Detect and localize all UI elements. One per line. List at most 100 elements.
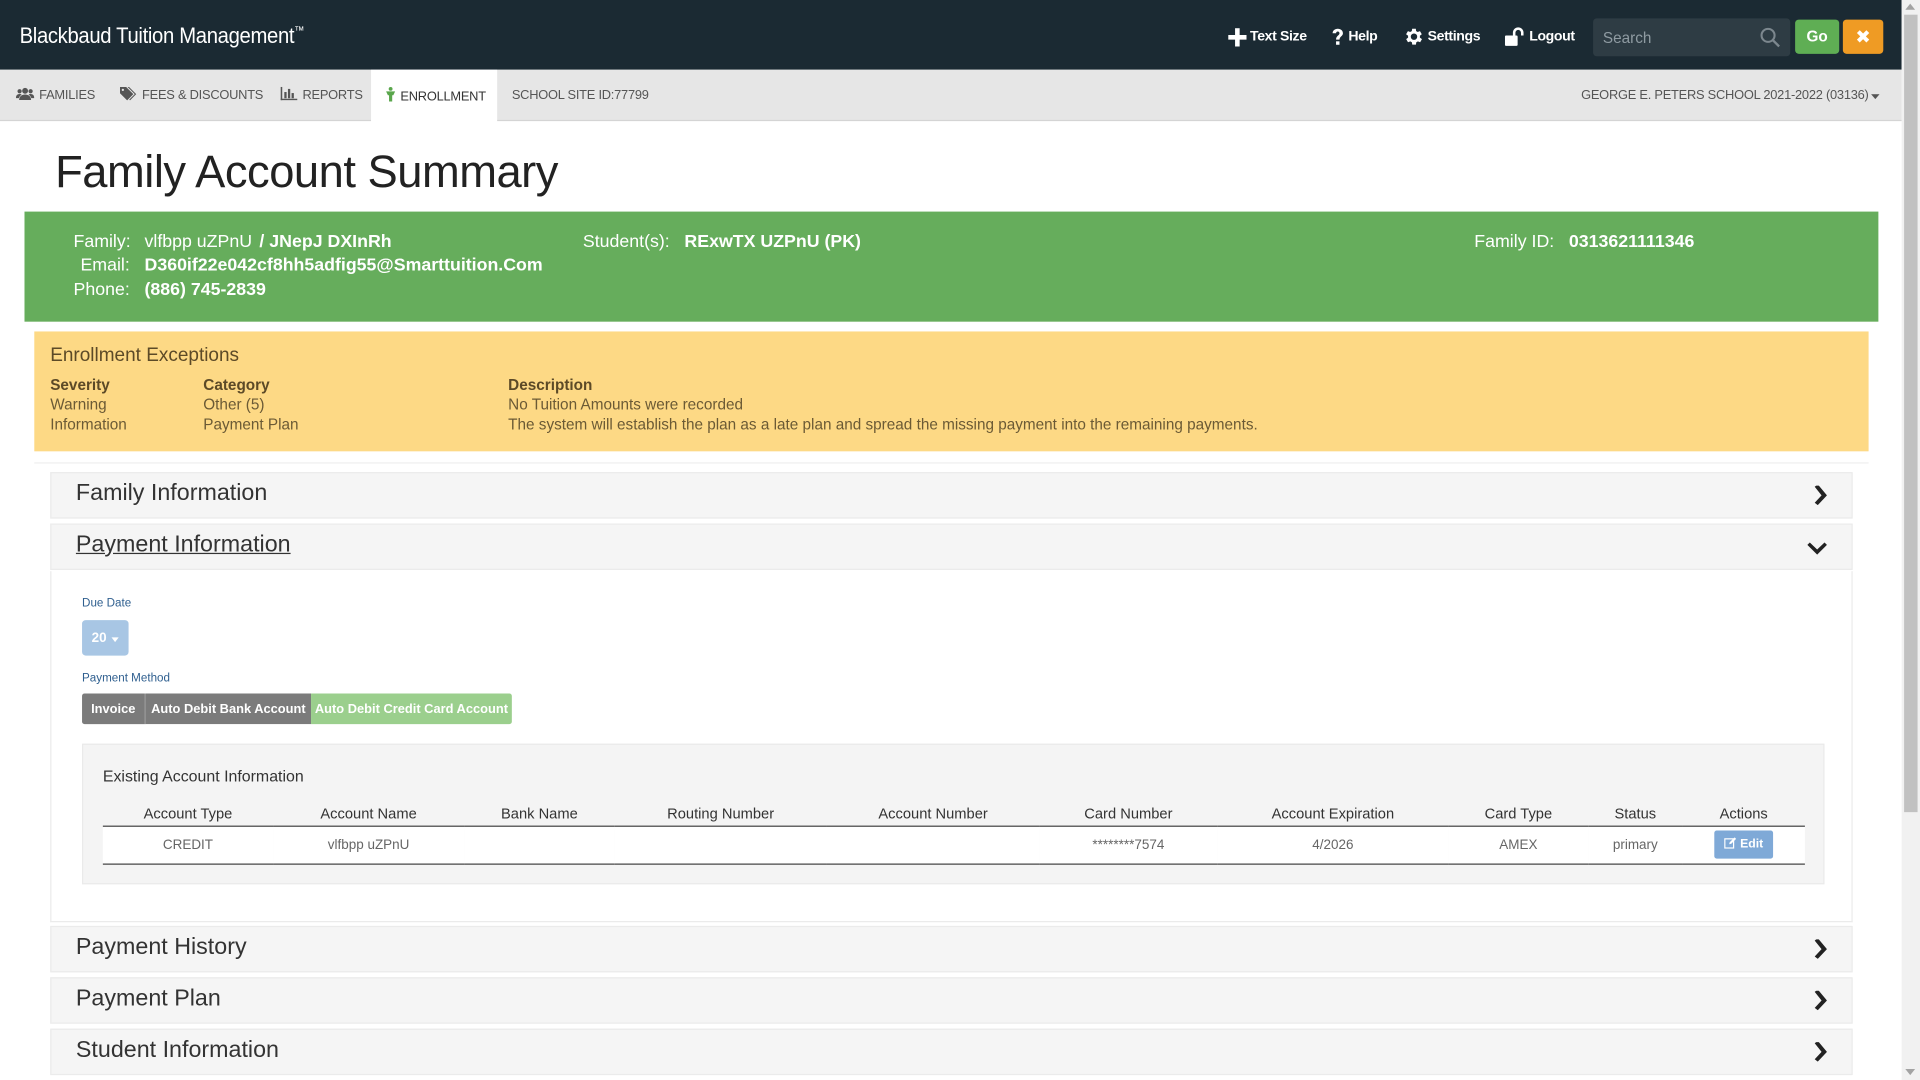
search-box [1593, 18, 1791, 57]
column-header: Bank Name [464, 801, 615, 827]
school-year-label: GEORGE E. PETERS SCHOOL 2021-2022 (03136… [1581, 88, 1869, 103]
invoice-button[interactable]: Invoice [82, 693, 145, 725]
chevron-down-icon [1807, 539, 1827, 561]
bank-name-cell [464, 825, 615, 865]
family-information-title: Family Information [75, 480, 268, 507]
chevron-right-icon [1812, 938, 1827, 965]
students-row: Student(s): RExwTX UZPnU (PK) [583, 232, 861, 252]
severity-header: Severity [50, 376, 110, 394]
category-header: Category [203, 376, 270, 394]
payment-history-title: Payment History [75, 934, 247, 961]
settings-label: Settings [1427, 29, 1481, 45]
email-label: Email: [80, 255, 130, 276]
family-information-panel[interactable]: Family Information [50, 472, 1853, 519]
gear-icon [1402, 26, 1424, 48]
phone-value: (886) 745-2839 [144, 280, 266, 300]
routing-number-cell [614, 825, 827, 865]
table-header-row: Account Type Account Name Bank Name Rout… [102, 801, 1805, 827]
nav-fees-label: FEES & DISCOUNTS [142, 88, 264, 103]
logout-link[interactable]: Logout [1504, 26, 1575, 48]
student-information-title: Student Information [75, 1037, 279, 1063]
brand-trademark: ™ [294, 24, 305, 37]
column-header: Routing Number [614, 801, 827, 827]
scroll-down-arrow[interactable] [1905, 1068, 1916, 1076]
nav-fees-discounts[interactable]: FEES & DISCOUNTS [120, 70, 263, 121]
settings-link[interactable]: Settings [1402, 26, 1481, 48]
child-icon [386, 86, 396, 105]
family-id-label: Family ID: [1474, 232, 1555, 252]
payment-plan-title: Payment Plan [75, 985, 221, 1012]
column-header: Card Number [1039, 801, 1218, 827]
column-header: Card Type [1448, 801, 1589, 827]
school-site-id: SCHOOL SITE ID:77799 [511, 88, 649, 103]
students-value: RExwTX UZPnU (PK) [684, 232, 861, 252]
brand-logo[interactable]: Blackbaud Tuition Management™ [19, 23, 305, 49]
tags-icon [120, 86, 137, 104]
nav-enrollment-label: ENROLLMENT [400, 88, 486, 104]
expiration-cell: 4/2026 [1217, 825, 1449, 865]
account-number-cell [826, 825, 1040, 865]
description-header: Description [508, 376, 593, 394]
email-value: D360if22e042cf8hh5adfig55@Smarttuition.C… [144, 255, 543, 276]
card-number-cell: ********7574 [1039, 825, 1218, 865]
bar-chart-icon [280, 86, 298, 104]
brand-name: Blackbaud Tuition Management [19, 23, 295, 48]
exception-category: Other (5) [203, 396, 265, 414]
help-link[interactable]: Help [1331, 26, 1378, 48]
family-row: Family: vlfbpp uZPnU / JNepJ DXInRh [73, 232, 391, 252]
chevron-right-icon [1812, 1040, 1827, 1068]
column-header: Account Number [826, 801, 1040, 827]
school-year-dropdown[interactable]: GEORGE E. PETERS SCHOOL 2021-2022 (03136… [1581, 70, 1880, 121]
scroll-thumb[interactable] [1904, 14, 1918, 813]
chevron-right-icon [1812, 989, 1827, 1017]
students-label: Student(s): [582, 232, 670, 252]
student-information-panel[interactable]: Student Information [50, 1028, 1853, 1076]
text-size-link[interactable]: Text Size [1227, 26, 1307, 48]
exception-description: No Tuition Amounts were recorded [508, 396, 744, 414]
nav-families-label: FAMILIES [39, 88, 96, 103]
auto-debit-bank-button[interactable]: Auto Debit Bank Account [144, 693, 312, 725]
nav-reports[interactable]: REPORTS [280, 70, 363, 121]
card-type-cell: AMEX [1448, 825, 1589, 865]
column-header: Account Expiration [1217, 801, 1449, 827]
actions-cell: Edit [1682, 825, 1805, 865]
payment-method-toggle: Invoice Auto Debit Bank Account Auto Deb… [82, 693, 512, 725]
nav-enrollment[interactable]: ENROLLMENT [371, 69, 498, 123]
plus-icon [1227, 27, 1247, 46]
family-name-secondary: / JNepJ DXInRh [259, 232, 392, 252]
family-id-value: 0313621111346 [1568, 232, 1695, 252]
page-scrollbar[interactable] [1901, 0, 1920, 1080]
caret-down-icon [1871, 88, 1880, 103]
header-links: Text Size Help Settings Logout [1227, 26, 1575, 48]
column-header: Status [1588, 801, 1683, 827]
exception-severity: Information [50, 415, 127, 433]
due-date-label: Due Date [82, 596, 132, 611]
unlock-icon [1504, 27, 1526, 47]
help-label: Help [1348, 29, 1378, 45]
go-button[interactable]: Go [1795, 19, 1840, 54]
scroll-up-arrow[interactable] [1905, 3, 1916, 10]
family-label: Family: [73, 232, 131, 252]
due-date-value: 20 [91, 630, 107, 646]
nav-reports-label: REPORTS [302, 88, 363, 103]
payment-history-panel[interactable]: Payment History [50, 925, 1853, 973]
payment-plan-panel[interactable]: Payment Plan [50, 977, 1853, 1024]
payment-information-panel[interactable]: Payment Information [50, 523, 1853, 570]
nav-families[interactable]: FAMILIES [15, 70, 96, 121]
column-header: Account Type [102, 801, 274, 827]
edit-account-button[interactable]: Edit [1714, 830, 1774, 859]
email-row: Email: D360if22e042cf8hh5adfig55@Smarttu… [73, 256, 542, 276]
existing-account-title: Existing Account Information [102, 766, 304, 786]
question-icon [1331, 28, 1344, 46]
search-icon[interactable] [1760, 27, 1781, 54]
page-title: Family Account Summary [55, 146, 558, 197]
caret-down-icon [111, 631, 119, 646]
users-icon [15, 87, 35, 104]
auto-debit-credit-card-button[interactable]: Auto Debit Credit Card Account [311, 693, 512, 725]
close-search-button[interactable]: ✖ [1842, 19, 1884, 54]
account-name-cell: vlfbpp uZPnU [273, 825, 465, 865]
due-date-dropdown[interactable]: 20 [82, 620, 129, 656]
main-nav: FAMILIES FEES & DISCOUNTS REPORTS ENROLL… [0, 69, 1902, 123]
chevron-right-icon [1812, 484, 1827, 512]
accounts-table: Account Type Account Name Bank Name Rout… [102, 801, 1805, 865]
